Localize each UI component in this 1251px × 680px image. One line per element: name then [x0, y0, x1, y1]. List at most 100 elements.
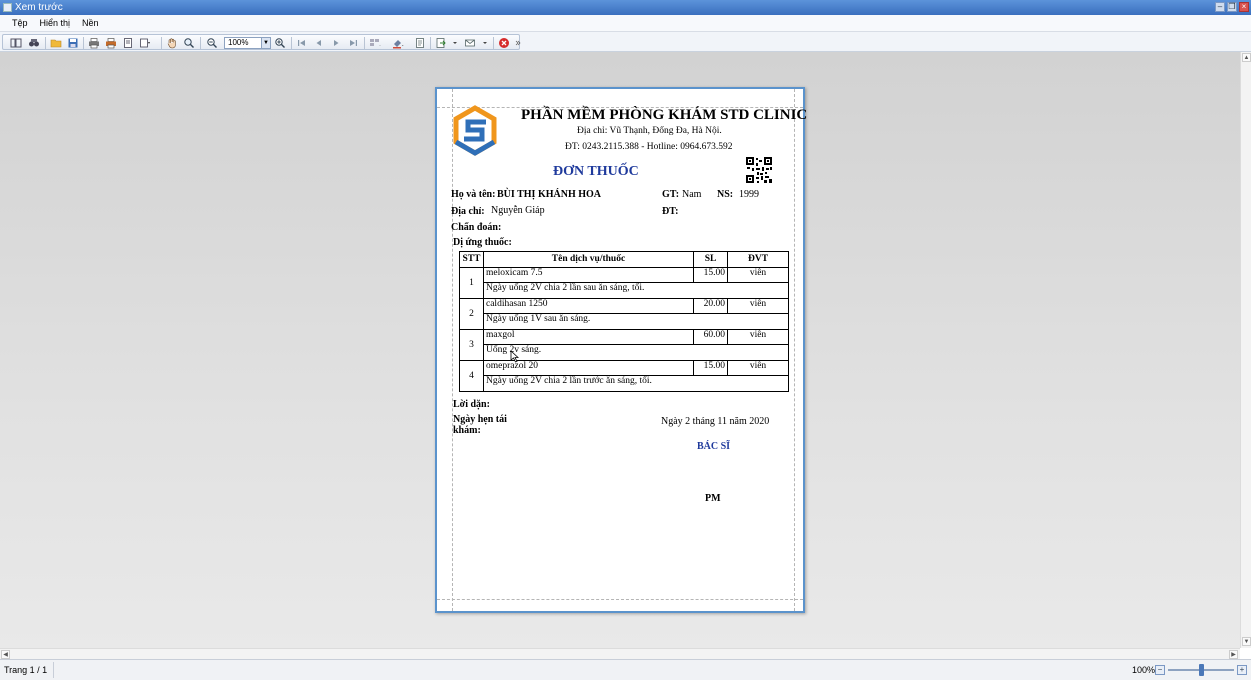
- dob-label: NS:: [717, 189, 734, 200]
- quick-print-icon[interactable]: [105, 37, 117, 49]
- menu-bar: Tệp Hiển thị Nền: [0, 15, 1251, 32]
- medicine-usage: Ngày uống 2V chia 2 lần trước ăn sáng, t…: [483, 375, 789, 392]
- medicine-usage: Ngày uống 2V chia 2 lần sau ăn sáng, tối…: [483, 282, 789, 299]
- zoom-slider-thumb[interactable]: [1198, 664, 1204, 676]
- revisit-label: Ngày hẹn tái: [453, 414, 507, 425]
- toolbar-separator: [291, 37, 292, 49]
- medicine-name: maxgol: [483, 328, 694, 345]
- watermark-icon[interactable]: [414, 37, 426, 49]
- row-number: 3: [459, 328, 484, 361]
- next-page-icon[interactable]: [330, 37, 342, 49]
- page-indicator: Trang 1 / 1: [0, 662, 54, 678]
- medicine-usage: Ngày uống 1V sau ăn sáng.: [483, 313, 789, 330]
- toolbar-separator: [430, 37, 431, 49]
- export-dropdown-icon[interactable]: [449, 37, 457, 49]
- minimize-icon[interactable]: –: [1215, 2, 1225, 12]
- scroll-down-icon[interactable]: ▼: [1242, 637, 1251, 646]
- horizontal-scrollbar[interactable]: ◀ ▶: [0, 648, 1240, 659]
- scroll-right-icon[interactable]: ▶: [1229, 650, 1238, 659]
- qr-code-icon: [745, 156, 773, 184]
- scroll-left-icon[interactable]: ◀: [1, 650, 10, 659]
- column-header: ĐVT: [727, 251, 789, 268]
- row-number: 2: [459, 297, 484, 330]
- menu-background[interactable]: Nền: [76, 15, 105, 31]
- patient-phone-label: ĐT:: [662, 206, 679, 217]
- first-page-icon[interactable]: [296, 37, 308, 49]
- zoom-slider[interactable]: − +: [1155, 664, 1247, 676]
- chevron-down-icon[interactable]: ▼: [261, 38, 270, 48]
- last-page-icon[interactable]: [347, 37, 359, 49]
- open-folder-icon[interactable]: [50, 37, 62, 49]
- address-label: Địa chỉ:: [451, 206, 485, 217]
- medicine-quantity: 15.00: [693, 359, 728, 376]
- diagnosis-label: Chẩn đoán:: [451, 222, 502, 233]
- table-row: 1 meloxicam 7.5 15.00 viên: [459, 266, 789, 299]
- clinic-phone: ĐT: 0243.2115.388 - Hotline: 0964.673.59…: [565, 142, 733, 152]
- email-dropdown-icon[interactable]: [479, 37, 487, 49]
- window-controls: – ❐ ×: [1215, 2, 1249, 12]
- magnifier-icon[interactable]: [183, 37, 195, 49]
- email-icon[interactable]: [464, 37, 476, 49]
- toolbar-overflow-icon[interactable]: [512, 37, 521, 49]
- restore-icon[interactable]: ❐: [1227, 2, 1237, 12]
- usage-row: Uống 2v sáng.: [460, 344, 789, 361]
- toolbar-separator: [493, 37, 494, 49]
- table-row: 3 maxgol 60.00 viên: [459, 328, 789, 361]
- margin-guide: [437, 599, 803, 600]
- vertical-scrollbar[interactable]: ▲ ▼: [1240, 52, 1251, 648]
- save-icon[interactable]: [67, 37, 79, 49]
- table-row: 4 omeprazol 20 15.00 viên: [459, 359, 789, 392]
- zoom-plus-icon[interactable]: +: [1237, 665, 1247, 675]
- clinic-address: Địa chỉ: Vũ Thạnh, Đống Đa, Hà Nội.: [577, 126, 722, 136]
- medication-table: STT Tên dịch vụ/thuốc SL ĐVT 1 meloxicam…: [459, 251, 789, 392]
- medicine-name: meloxicam 7.5: [483, 266, 694, 283]
- previous-page-icon[interactable]: [313, 37, 325, 49]
- column-header: STT: [459, 251, 484, 268]
- window-title: Xem trước: [15, 2, 63, 13]
- page-color-icon[interactable]: [392, 37, 404, 49]
- advice-label: Lời dặn:: [453, 399, 490, 410]
- zoom-percent: 100%: [1132, 665, 1156, 675]
- find-icon[interactable]: [28, 37, 40, 49]
- status-bar: Trang 1 / 1 100% − +: [0, 659, 1251, 680]
- scale-icon[interactable]: [139, 37, 151, 49]
- multipage-icon[interactable]: [369, 37, 381, 49]
- menu-file[interactable]: Tệp: [6, 15, 34, 31]
- zoom-out-icon[interactable]: [206, 37, 218, 49]
- close-preview-icon[interactable]: [498, 37, 510, 49]
- zoom-in-icon[interactable]: [274, 37, 286, 49]
- medicine-usage: Uống 2v sáng.: [483, 344, 789, 361]
- prescription-page: PHẦN MỀM PHÒNG KHÁM STD CLINIC Địa chỉ: …: [435, 87, 808, 613]
- page-setup-icon[interactable]: [122, 37, 134, 49]
- medicine-quantity: 15.00: [693, 266, 728, 283]
- medicine-unit: viên: [727, 297, 789, 314]
- medicine-unit: viên: [727, 359, 789, 376]
- document-map-icon[interactable]: [10, 37, 22, 49]
- gender-value: Nam: [682, 189, 702, 200]
- medicine-name: caldihasan 1250: [483, 297, 694, 314]
- toolbar-separator: [364, 37, 365, 49]
- zoom-minus-icon[interactable]: −: [1155, 665, 1165, 675]
- doctor-label: BÁC SĨ: [697, 441, 731, 452]
- menu-view[interactable]: Hiển thị: [34, 15, 77, 31]
- medicine-unit: viên: [727, 266, 789, 283]
- toolbar: 100% ▼: [0, 32, 1251, 52]
- margin-guide: [794, 89, 795, 611]
- zoom-select[interactable]: 100% ▼: [224, 37, 271, 49]
- revisit-label-line2: khám:: [453, 425, 481, 436]
- hand-tool-icon[interactable]: [166, 37, 178, 49]
- print-icon[interactable]: [88, 37, 100, 49]
- clinic-logo: [453, 105, 497, 156]
- toolbar-separator: [45, 37, 46, 49]
- toolbar-separator: [200, 37, 201, 49]
- usage-row: Ngày uống 1V sau ăn sáng.: [460, 313, 789, 330]
- toolbar-separator: [83, 37, 84, 49]
- export-icon[interactable]: [435, 37, 447, 49]
- allergy-label: Dị ứng thuốc:: [453, 237, 512, 248]
- address-value: Nguyễn Giáp: [491, 205, 545, 216]
- scroll-up-icon[interactable]: ▲: [1242, 53, 1251, 62]
- clinic-name: PHẦN MỀM PHÒNG KHÁM STD CLINIC: [521, 107, 808, 123]
- close-icon[interactable]: ×: [1239, 2, 1249, 12]
- toolbar-strip: 100% ▼: [2, 34, 521, 50]
- gender-label: GT:: [662, 189, 680, 200]
